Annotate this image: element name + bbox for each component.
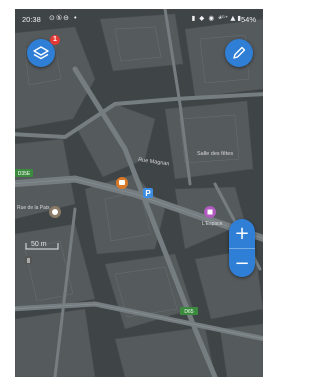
- scale-label: 50 m: [31, 241, 47, 248]
- zoom-out-button[interactable]: −: [229, 248, 255, 277]
- phone-screen: P D35E D65 Rue Magnan Salle des fêtes L'…: [15, 9, 263, 377]
- road-shield-left: D35E: [15, 169, 33, 177]
- theater-poi-icon[interactable]: [204, 206, 216, 218]
- zoom-in-button[interactable]: +: [229, 219, 255, 248]
- edit-button[interactable]: [225, 39, 253, 67]
- signal-icon: ⁴ᴳ⁺ ▲ ▮: [219, 14, 241, 22]
- road-shield-bottom: D65: [180, 307, 198, 315]
- battery-level: 54%: [240, 15, 256, 24]
- status-notification-icons: ⊙⑤⊖ •: [49, 14, 79, 22]
- map-canvas[interactable]: P D35E D65 Rue Magnan Salle des fêtes L'…: [15, 9, 263, 377]
- shop-poi-icon[interactable]: [49, 206, 61, 218]
- road-shield-bottom-text: D65: [184, 309, 193, 315]
- right-poi-label: Salle des fêtes: [197, 151, 233, 157]
- svg-text:P: P: [145, 189, 151, 198]
- layers-icon: [33, 46, 49, 60]
- parking-poi-icon[interactable]: P: [143, 188, 153, 198]
- gate-poi-icon[interactable]: [25, 256, 32, 264]
- pencil-icon: [233, 46, 246, 59]
- status-bar: 20:38 ⊙⑤⊖ • ▮ ◆ ◉ ⌁ ⁴ᴳ⁺ ▲ ▮ 54%: [15, 9, 263, 31]
- lower-right-poi-label: L'Espace: [202, 221, 223, 227]
- left-road-label: Rue de la Paix: [17, 205, 50, 211]
- road-shield-left-text: D35E: [18, 171, 31, 177]
- layers-badge: 1: [50, 35, 60, 45]
- cafe-poi-icon[interactable]: [116, 177, 128, 189]
- zoom-control: + −: [229, 219, 255, 277]
- status-time: 20:38: [22, 15, 41, 24]
